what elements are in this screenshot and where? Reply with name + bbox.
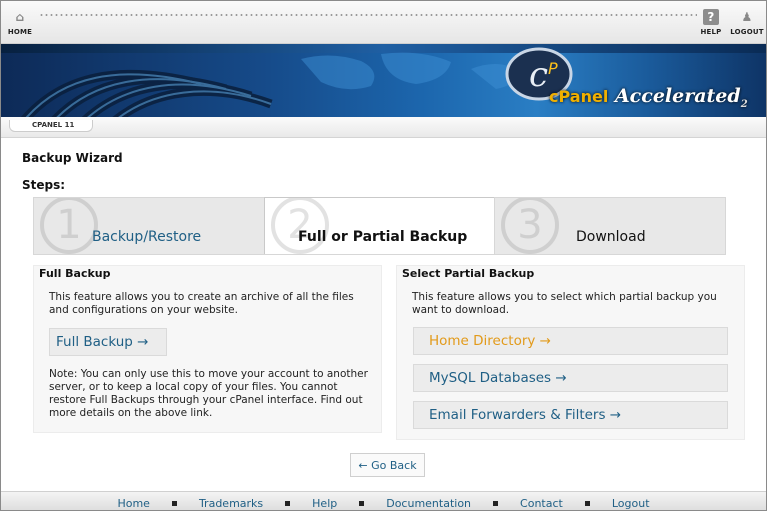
full-backup-panel: Full Backup This feature allows you to c… <box>33 265 382 433</box>
footer-links: Home Trademarks Help Documentation Contact Lo… <box>1 497 766 510</box>
step-number-1: 1 <box>40 198 98 254</box>
footer-separator <box>285 500 291 506</box>
step-label: Download <box>576 229 646 245</box>
mysql-databases-button[interactable]: MySQL Databases → <box>413 364 728 392</box>
page-title: Backup Wizard <box>22 151 123 165</box>
logout-label: LOGOUT <box>730 28 764 36</box>
go-back-button[interactable]: ← Go Back <box>350 453 425 477</box>
home-icon: ⌂ <box>15 10 25 24</box>
footer-separator <box>584 500 590 506</box>
footer-link-documentation[interactable]: Documentation <box>386 497 471 510</box>
help-label: HELP <box>700 28 722 36</box>
footer-link-help[interactable]: Help <box>312 497 337 510</box>
steps-label: Steps: <box>22 178 66 192</box>
full-backup-button[interactable]: Full Backup → <box>49 328 167 356</box>
full-backup-note: Note: You can only use this to move your… <box>49 368 368 419</box>
cpanel-logo-text: cPanel Accelerated2 <box>549 85 748 110</box>
full-backup-heading: Full Backup <box>39 267 111 280</box>
email-forwarders-filters-button[interactable]: Email Forwarders & Filters → <box>413 401 728 429</box>
partial-backup-heading: Select Partial Backup <box>402 267 535 280</box>
footer-link-logout[interactable]: Logout <box>612 497 650 510</box>
footer-separator <box>171 500 177 506</box>
home-label: HOME <box>7 28 33 36</box>
footer-separator <box>359 500 365 506</box>
step-full-or-partial-backup: 2 Full or Partial Backup <box>264 197 495 255</box>
partial-backup-description: This feature allows you to select which … <box>412 291 717 316</box>
cpanel-banner: c P cPanel Accelerated2 <box>1 44 766 117</box>
cpanel-window: ⌂ HOME ? HELP ♟ LOGOUT c P cPanel Accele… <box>0 0 767 511</box>
home-directory-button[interactable]: Home Directory → <box>413 327 728 355</box>
breadcrumb[interactable]: CPANEL 11 <box>9 120 94 132</box>
footer-link-contact[interactable]: Contact <box>520 497 563 510</box>
footer-separator <box>493 500 499 506</box>
steps-divider <box>33 254 725 255</box>
breadcrumb-bar: CPANEL 11 <box>1 117 766 138</box>
logout-icon: ♟ <box>741 10 753 24</box>
footer-link-trademarks[interactable]: Trademarks <box>199 497 263 510</box>
footer: Home Trademarks Help Documentation Contact Lo… <box>1 491 766 510</box>
step-download: 3 Download <box>494 197 726 255</box>
dotted-divider <box>39 14 697 16</box>
step-label: Full or Partial Backup <box>298 229 468 245</box>
home-button[interactable]: ⌂ HOME <box>7 9 33 36</box>
partial-backup-panel: Select Partial Backup This feature allow… <box>396 265 745 440</box>
help-button[interactable]: ? HELP <box>700 9 722 36</box>
help-icon: ? <box>703 9 719 25</box>
step-backup-restore[interactable]: 1 Backup/Restore <box>33 197 265 255</box>
step-label: Backup/Restore <box>92 229 202 245</box>
step-number-3: 3 <box>501 198 559 254</box>
logout-button[interactable]: ♟ LOGOUT <box>730 9 764 36</box>
top-navigation: ⌂ HOME ? HELP ♟ LOGOUT <box>1 1 766 44</box>
footer-link-home[interactable]: Home <box>117 497 149 510</box>
step-number-2: 2 <box>271 198 329 254</box>
full-backup-description: This feature allows you to create an arc… <box>49 291 354 316</box>
svg-text:c: c <box>529 55 548 95</box>
svg-text:P: P <box>548 59 558 78</box>
